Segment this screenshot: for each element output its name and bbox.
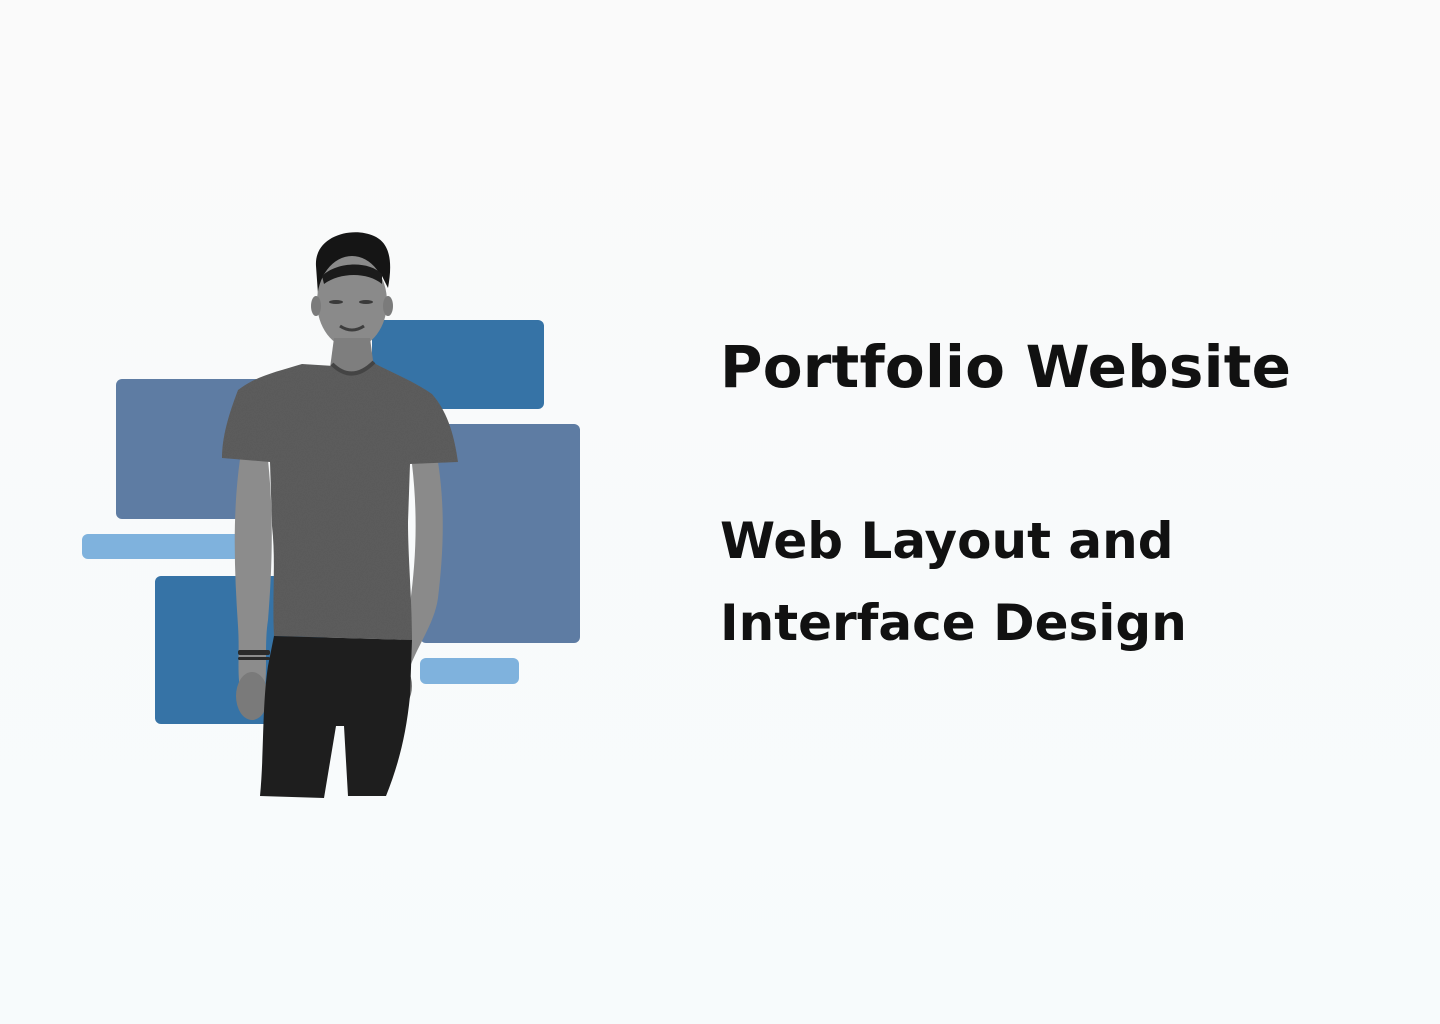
page-subtitle: Web Layout and Interface Design: [720, 500, 1187, 664]
person-pants: [260, 636, 412, 798]
subtitle-line-2: Interface Design: [720, 594, 1187, 652]
person-photo: [222, 232, 458, 798]
subtitle-line-1: Web Layout and: [720, 512, 1174, 570]
hero-section: Portfolio Website Web Layout and Interfa…: [0, 0, 1440, 1024]
page-title: Portfolio Website: [720, 333, 1292, 401]
